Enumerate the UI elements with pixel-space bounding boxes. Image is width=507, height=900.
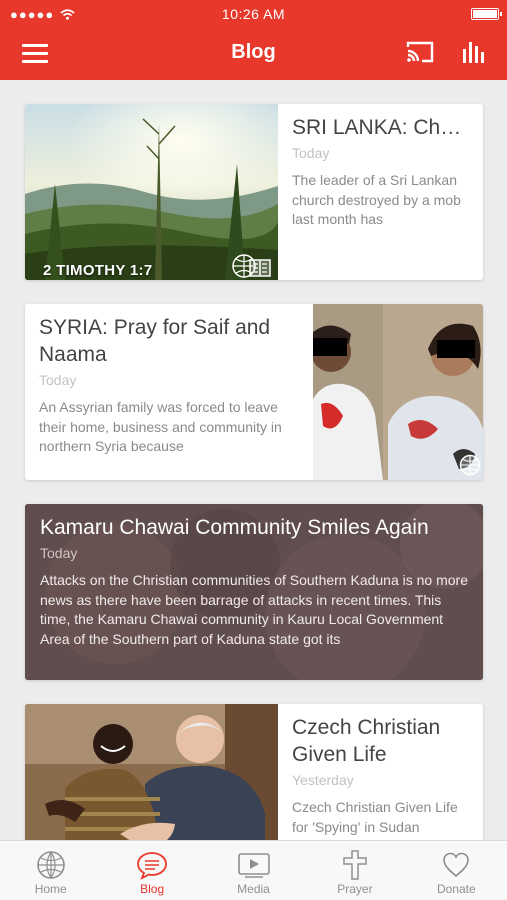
clock: 10:26 AM <box>221 6 286 22</box>
post-thumbnail: 2 TIMOTHY 1:7 <box>25 104 278 280</box>
cross-icon <box>343 850 367 880</box>
post-excerpt: An Assyrian family was forced to leave t… <box>39 399 282 454</box>
post-title[interactable]: SYRIA: Pray for Saif and Naama <box>39 314 299 368</box>
app-bar: Blog <box>0 28 507 80</box>
post-title[interactable]: Czech Christian Given Life <box>292 714 469 768</box>
tab-label: Home <box>34 882 67 896</box>
tab-label: Prayer <box>337 882 373 896</box>
post-excerpt: Attacks on the Christian communities of … <box>40 572 468 647</box>
video-player-icon <box>237 853 270 878</box>
post-content: SRI LANKA: Church Contin... Today The le… <box>278 104 483 280</box>
tab-home[interactable]: Home <box>0 841 101 900</box>
tab-label: Donate <box>436 882 476 896</box>
post-thumbnail <box>25 704 278 840</box>
post-date: Today <box>40 545 78 561</box>
tab-donate[interactable]: Donate <box>406 841 507 900</box>
post-title[interactable]: Kamaru Chawai Community Smiles Again <box>40 514 468 541</box>
image-caption: 2 TIMOTHY 1:7 <box>43 262 153 279</box>
globe-bible-icon <box>232 254 271 278</box>
globe-icon <box>459 454 481 476</box>
post-content: Czech Christian Given Life Yesterday Cze… <box>278 704 483 840</box>
post-content: Kamaru Chawai Community Smiles Again Tod… <box>25 504 483 680</box>
tab-label: Media <box>237 882 270 896</box>
post-date: Today <box>39 372 77 388</box>
speech-bubble-icon <box>137 852 168 880</box>
battery-icon <box>471 8 502 20</box>
post-date: Today <box>292 145 330 161</box>
post-title[interactable]: SRI LANKA: Church Contin... <box>292 114 469 141</box>
tab-prayer[interactable]: Prayer <box>304 841 405 900</box>
post-date: Yesterday <box>292 772 354 788</box>
blog-post-card[interactable]: 2 TIMOTHY 1:7 SRI LANKA: Church Contin..… <box>25 104 483 280</box>
globe-icon <box>36 851 65 879</box>
tab-media[interactable]: Media <box>203 841 304 900</box>
bar-chart-icon[interactable] <box>462 40 486 64</box>
blog-feed[interactable]: 2 TIMOTHY 1:7 SRI LANKA: Church Contin..… <box>0 80 507 840</box>
blog-post-card[interactable]: Kamaru Chawai Community Smiles Again Tod… <box>25 504 483 680</box>
cast-icon[interactable] <box>405 40 435 64</box>
post-content: SYRIA: Pray for Saif and Naama Today An … <box>25 304 313 480</box>
tab-label: Blog <box>140 882 165 896</box>
post-thumbnail <box>313 304 483 480</box>
menu-icon[interactable] <box>22 44 48 64</box>
post-excerpt: The leader of a Sri Lankan church destro… <box>292 172 461 227</box>
blog-post-card[interactable]: SYRIA: Pray for Saif and Naama Today An … <box>25 304 483 480</box>
status-bar: ●●●●● 10:26 AM <box>0 0 507 28</box>
heart-icon <box>443 852 470 878</box>
bottom-tab-bar: Home Blog Media Prayer Donate <box>0 840 507 900</box>
post-excerpt: Czech Christian Given Life for 'Spying' … <box>292 799 458 835</box>
blog-post-card[interactable]: Czech Christian Given Life Yesterday Cze… <box>25 704 483 840</box>
tab-blog[interactable]: Blog <box>101 841 202 900</box>
